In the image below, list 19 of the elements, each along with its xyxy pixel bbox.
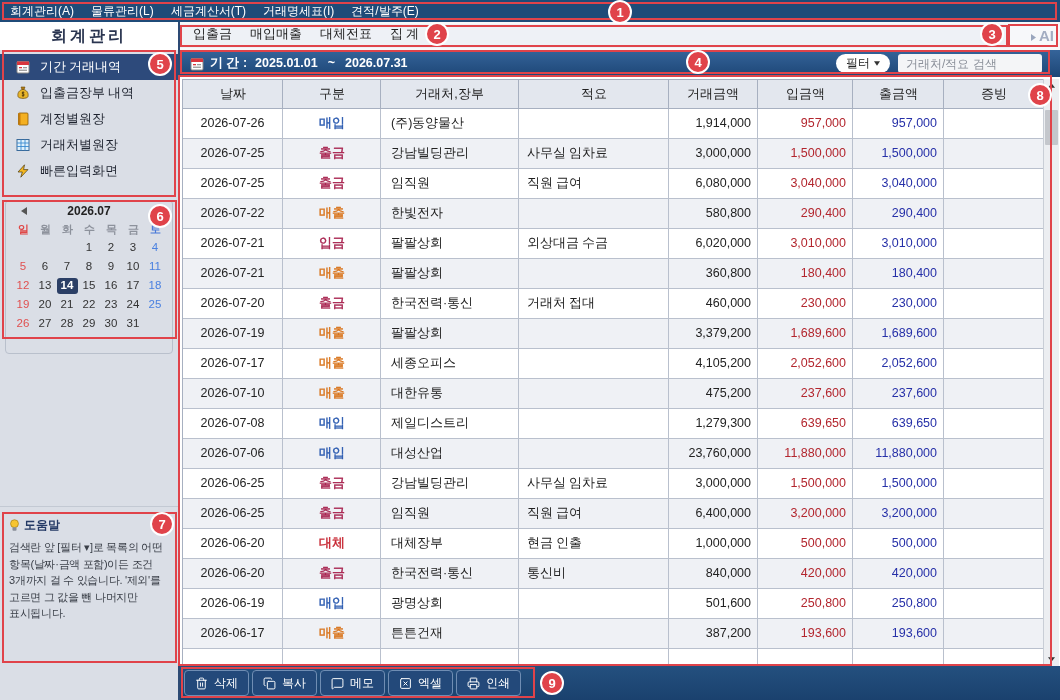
step-number-badge: 2 xyxy=(425,22,449,46)
period-start: 2025.01.01 xyxy=(255,55,318,73)
weekday-label: 일 xyxy=(16,222,30,238)
weekday-label: 월 xyxy=(38,222,52,238)
calendar-month: 2026.07 xyxy=(67,203,111,220)
period-label: 기 간 : xyxy=(210,55,248,73)
help-title: 도움말 xyxy=(24,517,60,534)
weekday-label: 화 xyxy=(60,222,74,238)
period-separator: ~ xyxy=(327,55,335,73)
step-number-badge: 9 xyxy=(540,671,564,695)
step-number-badge: 1 xyxy=(608,0,632,24)
period-end: 2026.07.31 xyxy=(345,55,408,73)
weekday-label: 금 xyxy=(126,222,140,238)
help-text: 검색란 앞 [필터 ▾]로 목록의 어떤 항목(날짜·금액 포함)이든 조건 3개까지 걸 수 있습니다. '제외'를 고르면 그 값을 뺀 나머지만 표시됩니다. xyxy=(9,540,164,621)
weekday-label: 목 xyxy=(104,222,118,238)
sidebar-title: 회계관리 xyxy=(0,22,178,50)
step-number-badge: 4 xyxy=(686,50,710,74)
step-number-badge: 7 xyxy=(150,512,174,536)
weekday-label: 수 xyxy=(82,222,96,238)
